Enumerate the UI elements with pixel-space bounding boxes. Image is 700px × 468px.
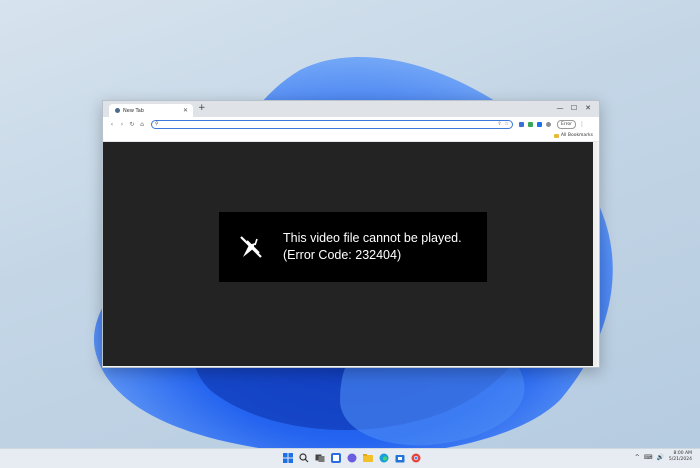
chrome-icon[interactable] [410,452,422,464]
address-input[interactable] [158,121,495,127]
window-controls: — ☐ ✕ [553,102,595,114]
tray-chevron-icon[interactable]: ^ [635,454,640,461]
tab-favicon-icon [115,108,120,113]
minimize-button[interactable]: — [553,102,567,114]
browser-toolbar: ‹ › ↻ ⌂ ⚲ ⇪ ☆ Error ⋮ [103,117,599,131]
system-tray: ^ ⌨ 🔊 8:00 AM 5/21/2024 [631,451,692,463]
chat-icon[interactable] [346,452,358,464]
extension-icon[interactable] [528,121,533,127]
tab-title: New Tab [123,107,144,114]
extension-icon[interactable] [519,121,524,127]
title-bar: New Tab ✕ + — ☐ ✕ [103,101,599,117]
new-tab-button[interactable]: + [198,103,206,113]
video-error-box: This video file cannot be played. (Error… [219,212,487,282]
share-icon[interactable]: ⇪ [497,121,501,127]
clock[interactable]: 8:00 AM 5/21/2024 [669,451,692,463]
file-explorer-icon[interactable] [362,452,374,464]
menu-icon[interactable]: ⋮ [579,121,585,128]
extensions-area: Error ⋮ [519,119,585,129]
taskbar-apps [282,452,426,464]
error-button[interactable]: Error [557,119,576,129]
bookmarks-bar: All Bookmarks [103,131,599,142]
tab-close-icon[interactable]: ✕ [183,107,188,114]
home-button[interactable]: ⌂ [137,121,147,128]
error-line-1: This video file cannot be played. [283,231,462,245]
edge-browser-icon[interactable] [378,452,390,464]
video-content-area: This video file cannot be played. (Error… [103,142,597,366]
address-bar[interactable]: ⚲ ⇪ ☆ [151,119,513,129]
bookmark-star-icon[interactable]: ☆ [505,121,509,127]
sidebar-icon[interactable] [537,121,542,127]
forward-button[interactable]: › [117,121,127,128]
widgets-icon[interactable] [330,452,342,464]
start-windows-icon[interactable] [282,452,294,464]
close-window-button[interactable]: ✕ [581,102,595,114]
all-bookmarks-button[interactable]: All Bookmarks [553,133,593,138]
keyboard-icon[interactable]: ⌨ [644,454,653,461]
clock-date: 5/21/2024 [668,457,692,462]
folder-icon [553,133,559,138]
tab-new-tab[interactable]: New Tab ✕ [109,104,193,117]
browser-window: New Tab ✕ + — ☐ ✕ ‹ › ↻ ⌂ ⚲ ⇪ ☆ Error ⋮ [102,100,600,368]
task-view-icon[interactable] [314,452,326,464]
volume-icon[interactable]: 🔊 [656,454,663,461]
back-button[interactable]: ‹ [107,121,117,128]
scrollbar[interactable] [593,142,597,366]
error-message: This video file cannot be played. (Error… [283,230,462,264]
store-icon[interactable] [394,452,406,464]
reload-button[interactable]: ↻ [127,121,137,128]
maximize-button[interactable]: ☐ [567,102,581,114]
profile-avatar[interactable] [546,121,551,127]
video-unavailable-icon [240,236,262,258]
error-line-2: (Error Code: 232404) [283,248,402,262]
all-bookmarks-label: All Bookmarks [560,133,593,138]
taskbar: ^ ⌨ 🔊 8:00 AM 5/21/2024 [0,448,700,468]
search-icon[interactable] [298,452,310,464]
